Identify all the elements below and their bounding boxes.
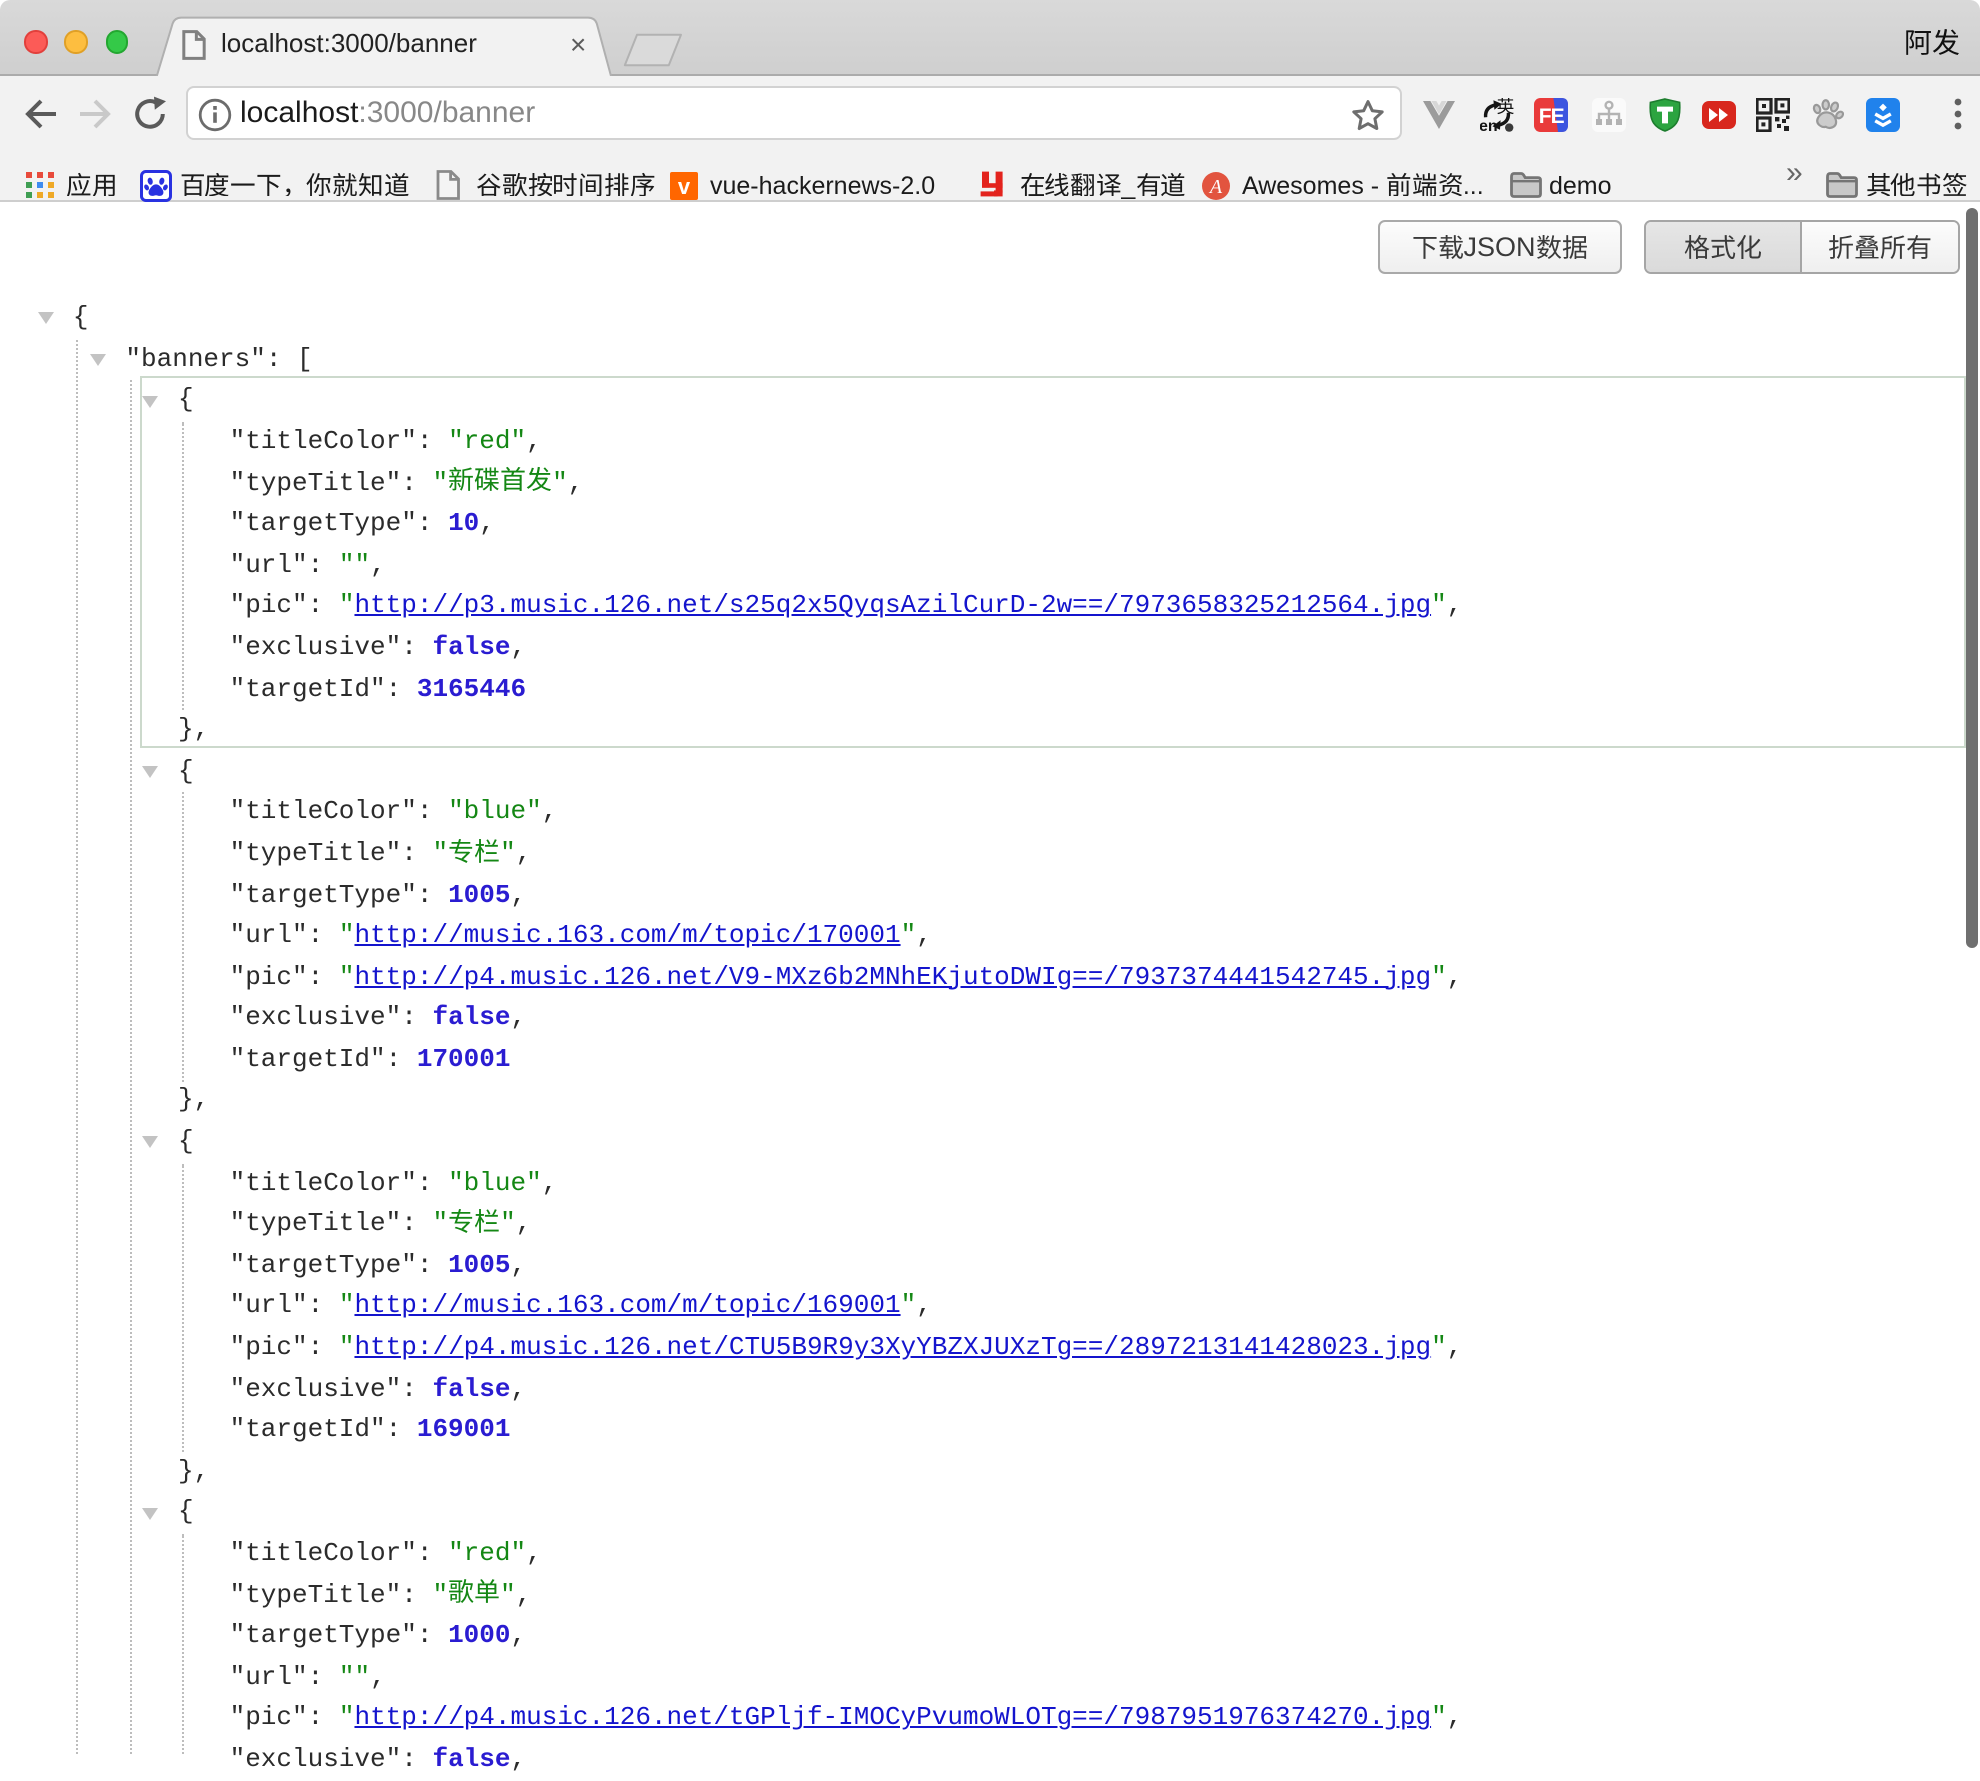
svg-text:A: A — [1208, 175, 1223, 197]
svg-text:FE: FE — [1539, 104, 1565, 127]
svg-text:en: en — [1479, 117, 1497, 131]
svg-text:v: v — [678, 173, 691, 198]
